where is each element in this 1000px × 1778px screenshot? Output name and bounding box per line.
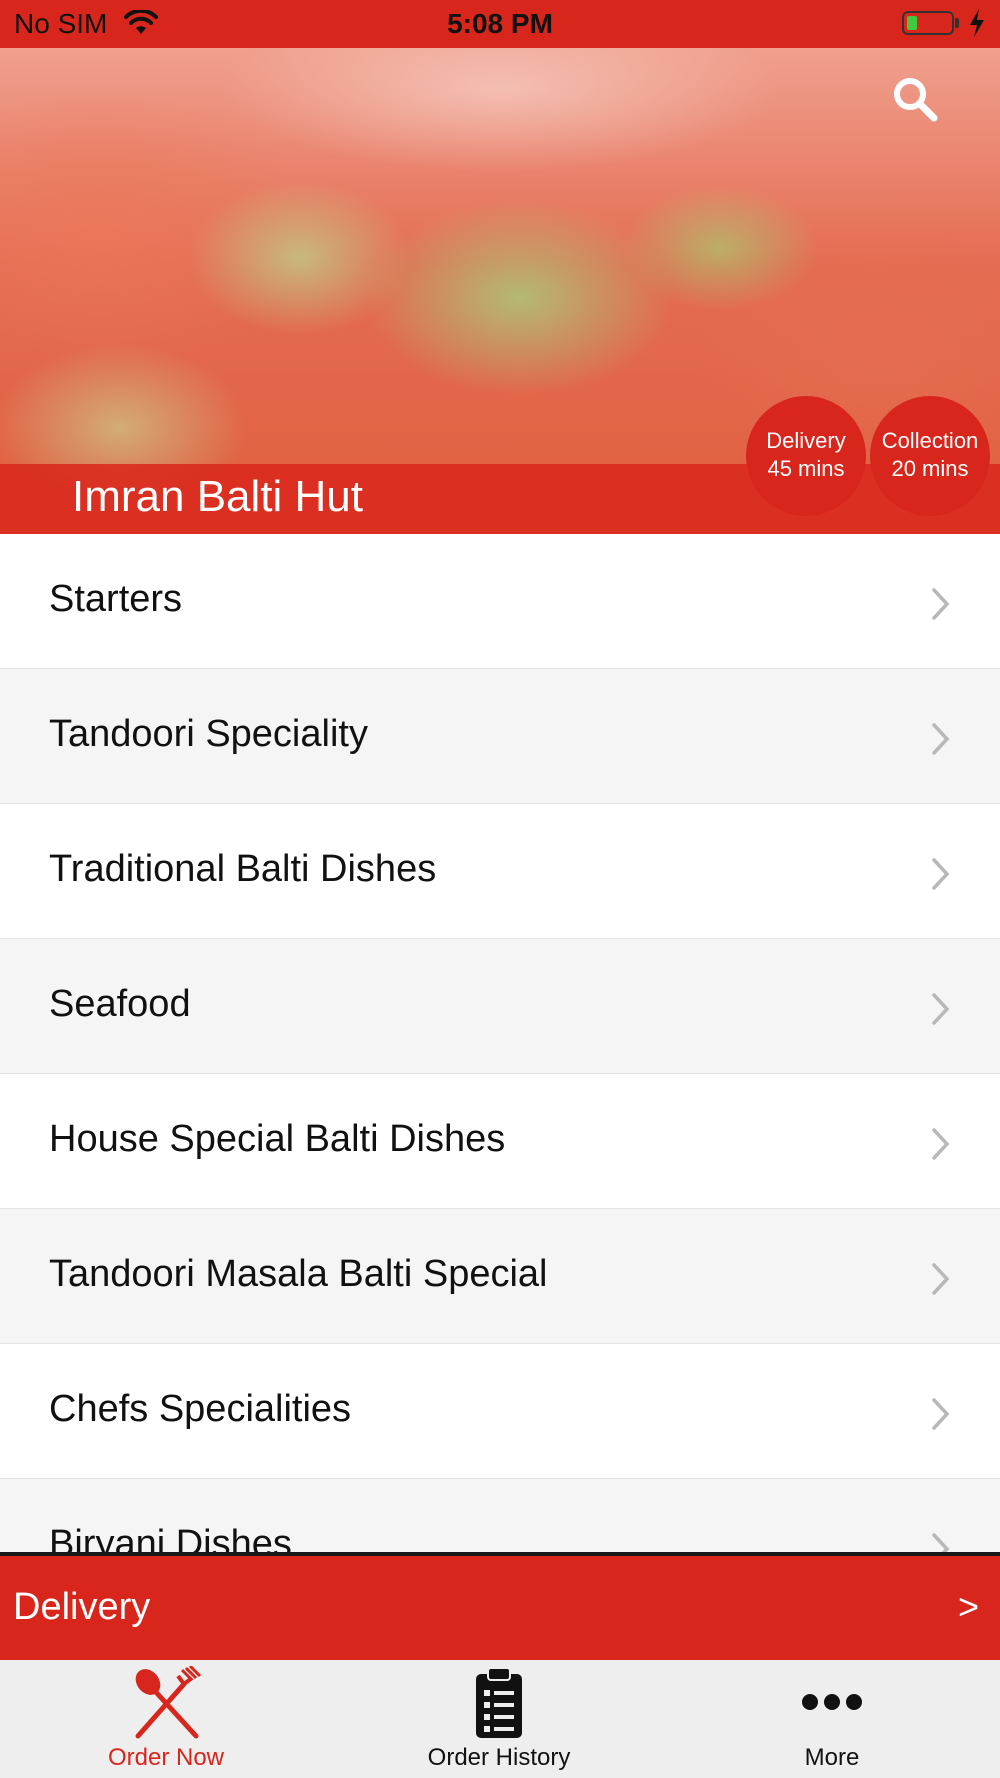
- tab-order-now-label: Order Now: [107, 1744, 225, 1771]
- order-type-arrow: >: [958, 1586, 980, 1627]
- tab-order-history-label: Order History: [427, 1744, 571, 1771]
- tab-more[interactable]: More: [732, 1660, 932, 1778]
- tab-order-now[interactable]: Order Now: [66, 1660, 266, 1778]
- chevron-right-icon: [930, 1262, 952, 1301]
- search-icon[interactable]: [890, 74, 940, 129]
- collection-time-badge: Collection 20 mins: [870, 396, 990, 516]
- menu-category-row[interactable]: Traditional Balti Dishes: [0, 804, 1000, 939]
- hero-banner: Imran Balti Hut Delivery 45 mins Collect…: [0, 48, 1000, 534]
- fork-knife-icon: [126, 1664, 206, 1749]
- more-dots-icon: [800, 1690, 864, 1719]
- restaurant-name: Imran Balti Hut: [72, 472, 363, 521]
- order-type-label: Delivery: [13, 1586, 151, 1628]
- chevron-right-icon: [930, 1397, 952, 1436]
- battery-tip: [955, 18, 959, 28]
- chevron-right-icon: [930, 587, 952, 626]
- menu-category-row[interactable]: Tandoori Speciality: [0, 669, 1000, 804]
- tab-more-label: More: [804, 1744, 860, 1771]
- tab-order-history[interactable]: Order History: [399, 1660, 599, 1778]
- delivery-badge-time: 45 mins: [767, 456, 845, 481]
- menu-category-label: Chefs Specialities: [49, 1388, 352, 1430]
- delivery-badge-label: Delivery: [766, 428, 846, 453]
- order-type-bar[interactable]: Delivery >: [0, 1556, 1000, 1660]
- chevron-right-icon: [930, 1532, 952, 1554]
- battery-icon: [902, 11, 954, 35]
- menu-category-row[interactable]: House Special Balti Dishes: [0, 1074, 1000, 1209]
- clipboard-icon: [474, 1666, 524, 1745]
- menu-category-row[interactable]: Tandoori Masala Balti Special: [0, 1209, 1000, 1344]
- tab-bar: Order Now Order History More: [0, 1660, 1000, 1778]
- chevron-right-icon: [930, 1127, 952, 1166]
- collection-badge-time: 20 mins: [891, 456, 969, 481]
- menu-category-row[interactable]: Chefs Specialities: [0, 1344, 1000, 1479]
- menu-category-label: Biryani Dishes: [49, 1523, 292, 1554]
- chevron-right-icon: [930, 857, 952, 896]
- menu-category-row[interactable]: Seafood: [0, 939, 1000, 1074]
- menu-category-label: Tandoori Speciality: [49, 713, 368, 755]
- menu-category-label: Starters: [49, 578, 183, 620]
- clock: 5:08 PM: [447, 8, 553, 39]
- menu-category-row[interactable]: Starters: [0, 534, 1000, 669]
- chevron-right-icon: [930, 722, 952, 761]
- menu-category-row[interactable]: Biryani Dishes: [0, 1479, 1000, 1554]
- menu-category-list[interactable]: Starters Tandoori Speciality Traditional…: [0, 534, 1000, 1554]
- menu-category-label: Tandoori Masala Balti Special: [49, 1253, 548, 1295]
- menu-category-label: House Special Balti Dishes: [49, 1118, 506, 1160]
- status-bar: No SIM 5:08 PM: [0, 0, 1000, 48]
- collection-badge-label: Collection: [881, 428, 979, 453]
- delivery-time-badge: Delivery 45 mins: [746, 396, 866, 516]
- chevron-right-icon: [930, 992, 952, 1031]
- charging-icon: [968, 8, 986, 45]
- menu-category-label: Traditional Balti Dishes: [49, 848, 437, 890]
- menu-category-label: Seafood: [49, 983, 191, 1025]
